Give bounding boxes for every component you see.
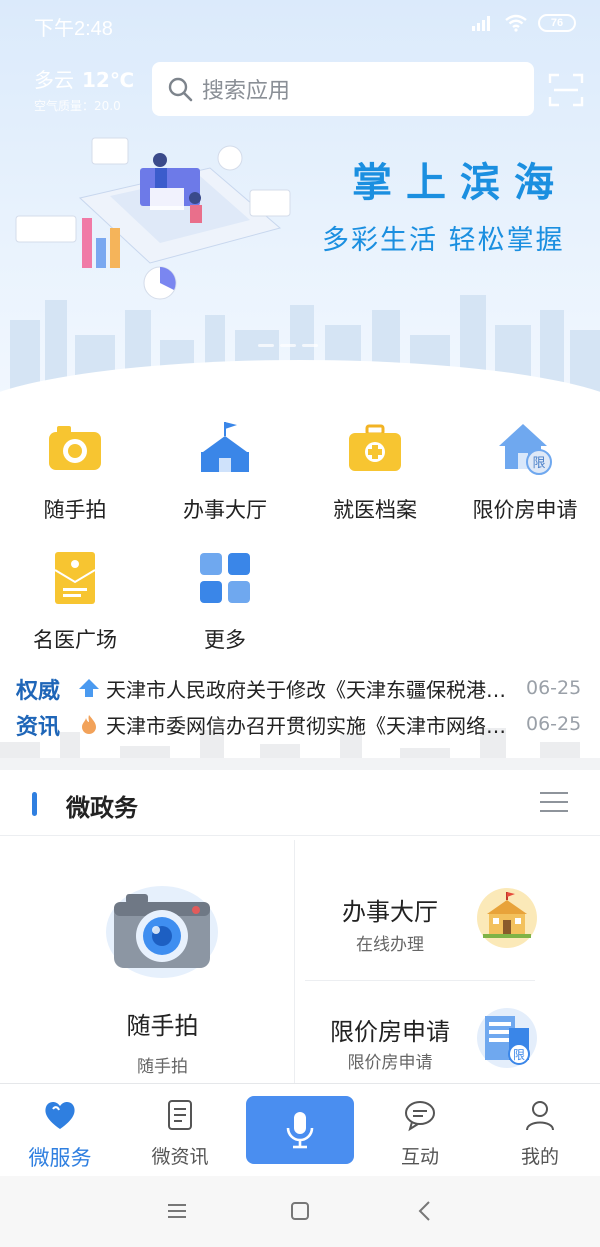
card-subtitle: 随手拍 bbox=[137, 1057, 188, 1077]
weather-condition: 多云 bbox=[34, 68, 74, 92]
service-tile-more[interactable]: 更多 bbox=[150, 548, 300, 654]
signal-icon bbox=[472, 15, 494, 31]
recents-menu-icon[interactable] bbox=[164, 1198, 190, 1224]
banner-title: 掌上滨海 bbox=[352, 160, 568, 206]
service-label: 更多 bbox=[204, 628, 246, 652]
section-accent-bar bbox=[32, 792, 37, 816]
service-label: 办事大厅 bbox=[183, 498, 267, 522]
service-tile-limited-house[interactable]: 限 限价房申请 bbox=[450, 418, 600, 524]
tab-micro-services[interactable]: 微服务 bbox=[0, 1098, 120, 1172]
tab-label: 我的 bbox=[520, 1146, 559, 1168]
svg-text:限: 限 bbox=[513, 1048, 525, 1062]
status-time: 下午2:48 bbox=[34, 18, 113, 40]
tab-label: 互动 bbox=[400, 1146, 439, 1168]
battery-indicator: 76 bbox=[538, 14, 576, 32]
medical-kit-icon bbox=[349, 424, 401, 471]
card-suishoupai[interactable]: 随手拍 随手拍 bbox=[0, 840, 295, 1085]
service-label: 名医广场 bbox=[33, 628, 117, 652]
hero-banner[interactable]: 掌上滨海 多彩生活 轻松掌握 bbox=[0, 0, 600, 400]
tab-micro-news[interactable]: 微资讯 bbox=[120, 1098, 240, 1169]
house-limit-icon: 限 bbox=[477, 1008, 537, 1068]
card-subtitle: 限价房申请 bbox=[347, 1053, 433, 1073]
card-subtitle: 在线办理 bbox=[356, 935, 424, 955]
weather-temperature: 12℃ bbox=[82, 68, 135, 92]
tab-label: 微服务 bbox=[28, 1146, 92, 1170]
microphone-icon bbox=[286, 1112, 314, 1149]
arrow-up-icon bbox=[79, 679, 99, 697]
tab-mine[interactable]: 我的 bbox=[480, 1098, 600, 1169]
news-tag: 权威资讯 bbox=[16, 679, 61, 740]
service-label: 随手拍 bbox=[43, 498, 107, 522]
heart-icon bbox=[45, 1101, 75, 1129]
person-icon bbox=[526, 1101, 554, 1131]
voice-button[interactable] bbox=[246, 1096, 354, 1164]
weather-widget[interactable]: 多云 12℃ 空气质量：20.0 bbox=[34, 64, 134, 114]
bottom-tab-bar: 微服务 微资讯 互动 我的 bbox=[0, 1083, 600, 1175]
hall-icon bbox=[201, 422, 249, 472]
news-title: 天津市人民政府关于修改《天津东疆保税港区管理规定》的决定 bbox=[106, 677, 518, 702]
section-header: 微政务 bbox=[0, 770, 600, 836]
hall-icon bbox=[477, 888, 537, 948]
doctor-document-icon bbox=[54, 552, 96, 604]
card-title: 办事大厅 bbox=[342, 898, 438, 926]
fire-icon bbox=[82, 715, 96, 734]
chat-icon bbox=[405, 1101, 435, 1132]
card-title: 随手拍 bbox=[126, 1012, 199, 1040]
news-date: 06-25 bbox=[526, 713, 582, 735]
tab-label: 微资讯 bbox=[151, 1146, 209, 1168]
news-item[interactable]: 天津市人民政府关于修改《天津东疆保税港区管理规定》的决定 06-25 bbox=[78, 670, 588, 706]
house-limit-icon: 限 bbox=[499, 424, 552, 475]
back-chevron-icon[interactable] bbox=[412, 1198, 438, 1224]
service-tile-medical[interactable]: 就医档案 bbox=[300, 418, 450, 524]
menu-icon[interactable] bbox=[540, 792, 568, 814]
document-icon bbox=[168, 1100, 192, 1130]
search-input[interactable]: 搜索应用 bbox=[152, 62, 534, 116]
system-navigation-bar bbox=[0, 1176, 600, 1247]
news-ticker[interactable]: 权威资讯 天津市人民政府关于修改《天津东疆保税港区管理规定》的决定 06-25 … bbox=[0, 670, 600, 752]
card-hall[interactable]: 办事大厅 在线办理 bbox=[305, 870, 545, 990]
service-tile-doctors[interactable]: 名医广场 bbox=[0, 548, 150, 654]
card-divider bbox=[305, 980, 535, 981]
more-grid-icon bbox=[200, 553, 250, 603]
service-tile-hall[interactable]: 办事大厅 bbox=[150, 418, 300, 524]
wifi-icon bbox=[505, 14, 527, 32]
banner-subtitle: 多彩生活 轻松掌握 bbox=[322, 225, 565, 256]
section-divider bbox=[0, 758, 600, 770]
status-bar: 下午2:48 76 bbox=[0, 0, 600, 48]
camera-icon bbox=[106, 886, 218, 978]
search-icon bbox=[168, 77, 193, 102]
tab-interaction[interactable]: 互动 bbox=[360, 1098, 480, 1169]
card-title: 限价房申请 bbox=[330, 1018, 450, 1046]
office-illustration bbox=[15, 137, 291, 300]
news-item[interactable]: 天津市委网信办召开贯彻实施《天津市网络安全条例》工作会议 06-25 bbox=[78, 706, 588, 742]
service-tile-suishoupai[interactable]: 随手拍 bbox=[0, 418, 150, 524]
service-label: 限价房申请 bbox=[472, 498, 578, 522]
news-date: 06-25 bbox=[526, 677, 582, 699]
banner-pager bbox=[258, 344, 318, 347]
section-title: 微政务 bbox=[66, 794, 138, 822]
home-square-icon[interactable] bbox=[287, 1198, 313, 1224]
air-quality: 空气质量：20.0 bbox=[34, 99, 121, 113]
news-title: 天津市委网信办召开贯彻实施《天津市网络安全条例》工作会议 bbox=[106, 713, 518, 738]
search-placeholder: 搜索应用 bbox=[202, 79, 291, 104]
svg-text:限: 限 bbox=[532, 456, 545, 471]
service-label: 就医档案 bbox=[333, 498, 417, 522]
camera-icon bbox=[49, 426, 101, 470]
scan-icon[interactable] bbox=[548, 72, 584, 108]
